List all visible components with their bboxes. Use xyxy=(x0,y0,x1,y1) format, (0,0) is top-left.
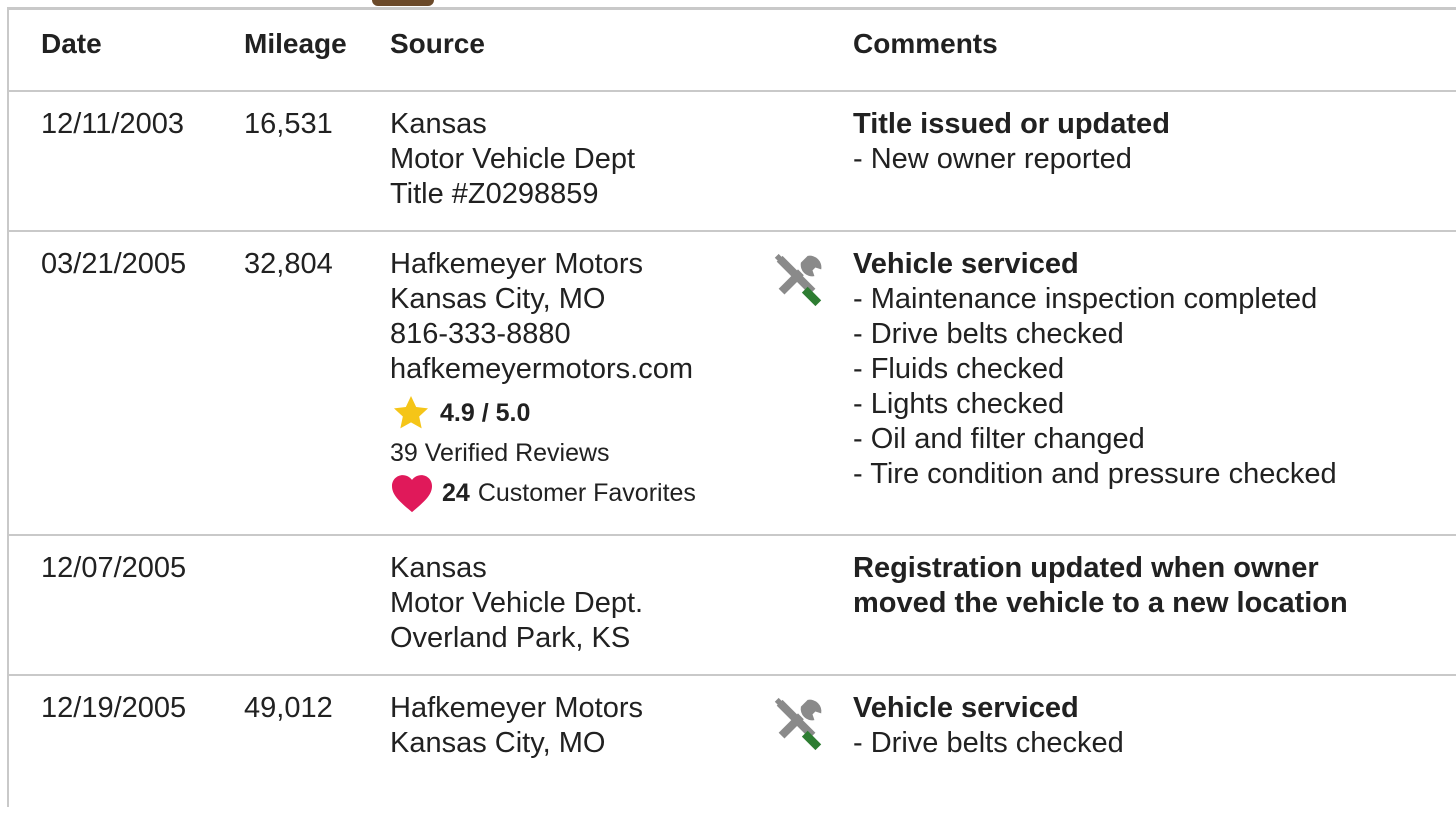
record-mileage: 16,531 xyxy=(244,108,333,140)
source-line: Motor Vehicle Dept xyxy=(390,143,636,175)
record-comments: Registration updated when owner moved th… xyxy=(853,551,1348,621)
comment-title: Vehicle serviced xyxy=(853,692,1079,724)
comment-item: Tire condition and pressure checked xyxy=(853,457,1336,492)
favorites-label: Customer Favorites xyxy=(477,478,696,507)
verified-reviews-link[interactable]: 39 Verified Reviews xyxy=(390,433,696,473)
table-row: 03/21/2005 32,804 Hafkemeyer Motors Kans… xyxy=(9,230,1456,536)
dealer-name-link[interactable]: Hafkemeyer Motors xyxy=(390,247,696,282)
record-source: Kansas Motor Vehicle Dept Title #Z029885… xyxy=(390,107,635,212)
source-line: Kansas xyxy=(390,108,487,140)
record-date: 12/11/2003 xyxy=(41,108,184,140)
header-date: Date xyxy=(41,28,102,59)
source-line: Overland Park, KS xyxy=(390,622,631,654)
header-source: Source xyxy=(390,28,485,59)
comment-item: Drive belts checked xyxy=(853,726,1124,761)
comment-title: Registration updated when owner xyxy=(853,552,1319,584)
record-comments: Vehicle serviced Maintenance inspection … xyxy=(853,247,1337,492)
service-wrench-icon xyxy=(774,253,822,307)
record-source: Hafkemeyer Motors Kansas City, MO 816-33… xyxy=(390,247,696,513)
comment-item: Oil and filter changed xyxy=(853,422,1337,457)
source-line: Kansas City, MO xyxy=(390,283,606,315)
record-source: Kansas Motor Vehicle Dept. Overland Park… xyxy=(390,551,643,656)
top-image-fragment xyxy=(372,0,434,6)
comment-title: moved the vehicle to a new location xyxy=(853,587,1348,619)
favorites-count: 24 xyxy=(442,478,470,507)
record-mileage: 32,804 xyxy=(244,248,333,280)
source-line: Kansas xyxy=(390,552,487,584)
comment-item: Fluids checked xyxy=(853,352,1337,387)
table-row: 12/07/2005 Kansas Motor Vehicle Dept. Ov… xyxy=(9,534,1456,676)
service-wrench-icon xyxy=(774,697,822,751)
table-row: 12/11/2003 16,531 Kansas Motor Vehicle D… xyxy=(9,90,1456,232)
record-date: 03/21/2005 xyxy=(41,248,187,280)
comment-title: Vehicle serviced xyxy=(853,248,1079,280)
star-icon xyxy=(394,396,428,429)
record-source: Hafkemeyer Motors Kansas City, MO xyxy=(390,691,643,761)
comment-item: New owner reported xyxy=(853,142,1170,177)
record-date: 12/07/2005 xyxy=(41,552,187,584)
dealer-name-link[interactable]: Hafkemeyer Motors xyxy=(390,691,643,726)
comment-item: Maintenance inspection completed xyxy=(853,282,1337,317)
heart-icon xyxy=(392,475,432,513)
source-line: Title #Z0298859 xyxy=(390,178,599,210)
dealer-website-link[interactable]: hafkemeyermotors.com xyxy=(390,352,696,387)
table-row: 12/19/2005 49,012 Hafkemeyer Motors Kans… xyxy=(9,674,1456,814)
record-comments: Title issued or updated New owner report… xyxy=(853,107,1170,177)
vehicle-history-table: Date Mileage Source Comments 12/11/2003 … xyxy=(7,7,1456,807)
record-mileage: 49,012 xyxy=(244,692,333,724)
header-mileage: Mileage xyxy=(244,28,347,59)
source-line: Kansas City, MO xyxy=(390,727,606,759)
dealer-phone[interactable]: 816-333-8880 xyxy=(390,317,696,352)
table-header-row: Date Mileage Source Comments xyxy=(9,10,1456,92)
comment-title: Title issued or updated xyxy=(853,108,1170,140)
customer-favorites: 24 Customer Favorites xyxy=(390,473,696,513)
source-line: Motor Vehicle Dept. xyxy=(390,587,644,619)
comment-item: Lights checked xyxy=(853,387,1337,422)
header-comments: Comments xyxy=(853,28,998,59)
comment-item: Drive belts checked xyxy=(853,317,1337,352)
record-comments: Vehicle serviced Drive belts checked xyxy=(853,691,1124,761)
record-date: 12/19/2005 xyxy=(41,692,187,724)
rating-value: 4.9 / 5.0 xyxy=(440,398,531,427)
dealer-rating: 4.9 / 5.0 xyxy=(390,393,696,433)
